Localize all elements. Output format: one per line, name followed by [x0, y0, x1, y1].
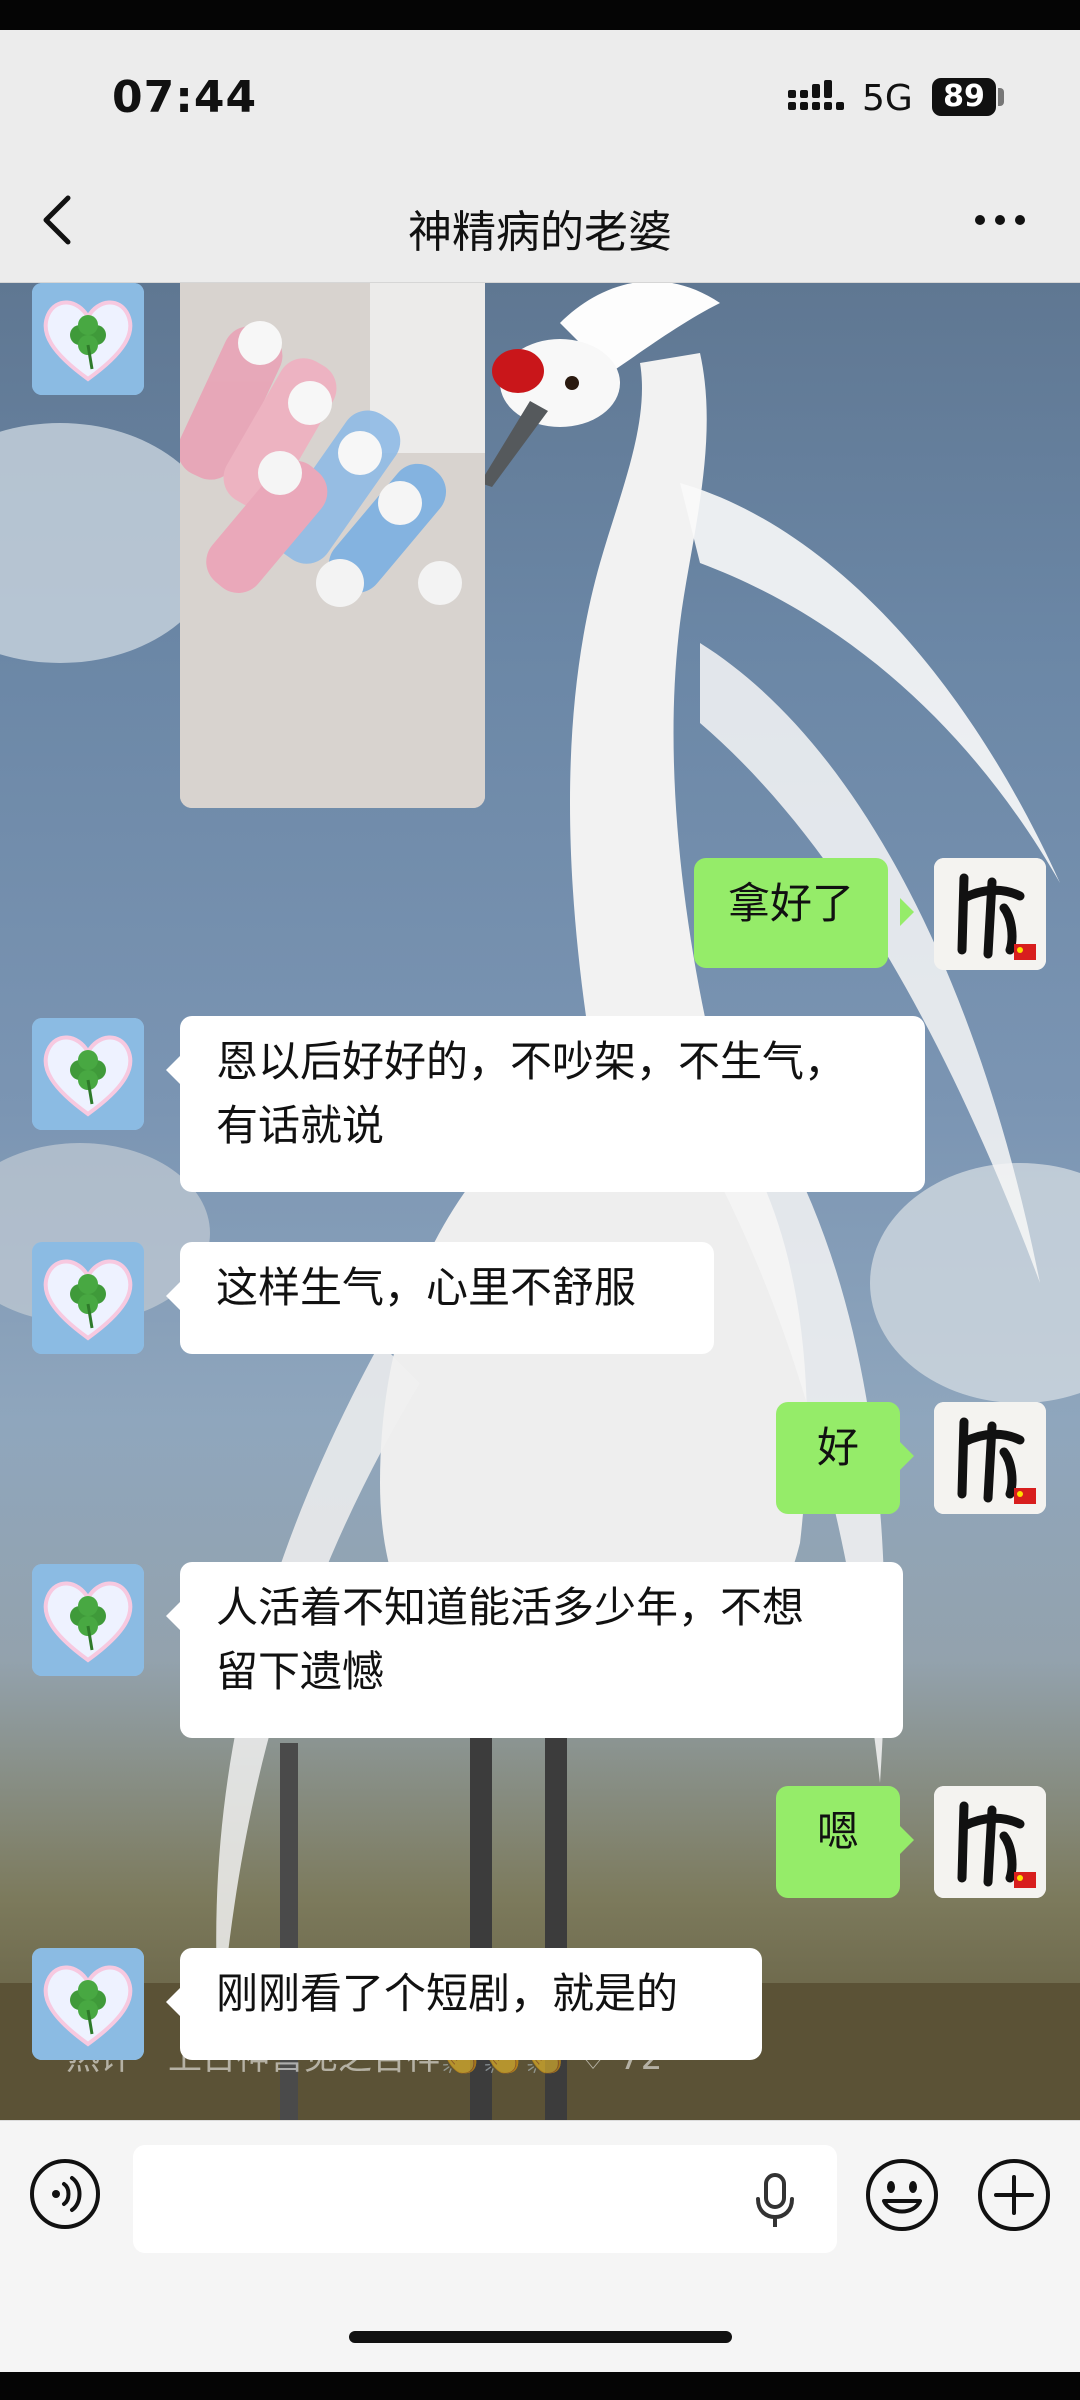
- my-avatar[interactable]: [934, 1402, 1046, 1514]
- bubble-tail: [900, 1826, 914, 1854]
- top-edge: [0, 0, 1080, 30]
- network-label: 5G: [862, 78, 913, 119]
- calligraphy-avatar: [934, 1786, 1046, 1898]
- crane-wallpaper-art: [0, 283, 1080, 2120]
- received-message-bubble[interactable]: 人活着不知道能活多少年，不想 留下遗憾: [180, 1562, 903, 1738]
- clover-heart-avatar: [32, 1564, 144, 1676]
- contact-avatar[interactable]: [32, 1564, 144, 1676]
- sent-message-bubble[interactable]: 拿好了: [694, 858, 889, 968]
- received-message-bubble[interactable]: 这样生气，心里不舒服: [180, 1242, 714, 1354]
- my-avatar[interactable]: [934, 1786, 1046, 1898]
- bubble-tail: [166, 1988, 180, 2016]
- bubble-tail: [166, 1056, 180, 1084]
- status-bar: 07:44 5G 89: [0, 30, 1080, 160]
- chat-screen: 07:44 5G 89 神精病的老婆 拿好了 恩以后好好的，不吵架，不生气， 有…: [0, 0, 1080, 2400]
- signal-icon: [788, 80, 844, 110]
- battery-tip: [998, 88, 1004, 106]
- microphone-icon[interactable]: [750, 2171, 800, 2231]
- chat-header: 神精病的老婆: [0, 160, 1080, 283]
- bubble-tail: [900, 898, 914, 926]
- bubble-tail: [166, 1602, 180, 1630]
- shared-image[interactable]: [180, 283, 485, 808]
- message-input[interactable]: [133, 2145, 837, 2253]
- home-indicator[interactable]: [349, 2331, 732, 2343]
- message-text-line: 恩以后好好的，不吵架，不生气，: [216, 1037, 847, 1086]
- message-text: 嗯: [816, 1807, 859, 1856]
- pen-holders-photo: [180, 283, 485, 808]
- calligraphy-avatar: [934, 858, 1046, 970]
- status-time: 07:44: [112, 72, 258, 123]
- contact-avatar[interactable]: [32, 1242, 144, 1354]
- battery-icon: 89: [932, 78, 996, 116]
- sent-message-bubble[interactable]: 嗯: [776, 1786, 900, 1898]
- message-text-line: 留下遗憾: [216, 1647, 385, 1696]
- message-text-line: 人活着不知道能活多少年，不想: [216, 1583, 805, 1632]
- received-message-bubble[interactable]: 恩以后好好的，不吵架，不生气， 有话就说: [180, 1016, 925, 1192]
- clover-heart-avatar: [32, 1948, 144, 2060]
- bottom-edge: [0, 2372, 1080, 2400]
- received-message-bubble[interactable]: 刚刚看了个短剧，就是的: [180, 1948, 762, 2060]
- chat-title[interactable]: 神精病的老婆: [0, 196, 1080, 260]
- emoji-icon[interactable]: [864, 2157, 940, 2233]
- contact-avatar[interactable]: [32, 1948, 144, 2060]
- message-text-line: 有话就说: [216, 1101, 385, 1150]
- input-bar: [0, 2120, 1080, 2373]
- message-text: 刚刚看了个短剧，就是的: [216, 1969, 679, 2018]
- plus-icon[interactable]: [976, 2157, 1052, 2233]
- contact-avatar[interactable]: [32, 1018, 144, 1130]
- more-dots-icon[interactable]: [970, 190, 1030, 250]
- bubble-tail: [900, 1442, 914, 1470]
- sent-message-bubble[interactable]: 好: [776, 1402, 900, 1514]
- clover-heart-avatar: [32, 1018, 144, 1130]
- voice-mode-icon[interactable]: [28, 2157, 102, 2231]
- my-avatar[interactable]: [934, 858, 1046, 970]
- message-text: 这样生气，心里不舒服: [216, 1263, 637, 1312]
- message-text: 好: [816, 1423, 859, 1472]
- message-text: 拿好了: [728, 879, 855, 928]
- bubble-tail: [166, 1282, 180, 1310]
- calligraphy-avatar: [934, 1402, 1046, 1514]
- clover-heart-avatar: [32, 283, 144, 395]
- clover-heart-avatar: [32, 1242, 144, 1354]
- contact-avatar[interactable]: [32, 283, 144, 395]
- chat-wallpaper: [0, 283, 1080, 2120]
